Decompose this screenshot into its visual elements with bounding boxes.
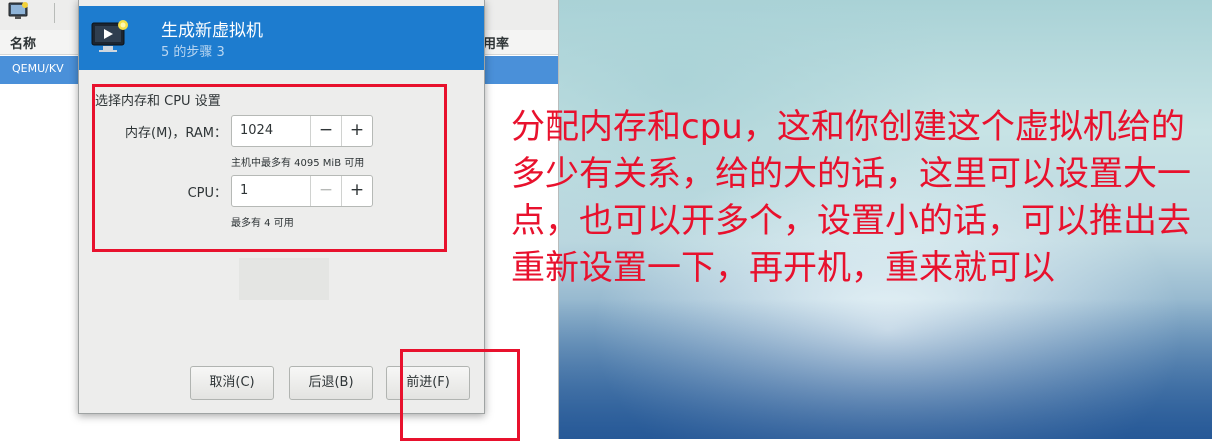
dialog-step-indicator: 5 的步骤 3 [161,45,225,60]
monitor-play-icon [91,20,128,52]
toolbar-separator [54,3,55,23]
annotation-text: 分配内存和cpu，这和你创建这个虚拟机给的多少有关系，给的大的话，这里可以设置大… [511,107,1191,288]
annotation-box-forward [400,349,520,441]
connection-label: QEMU/KV [12,62,64,75]
column-name-header[interactable]: 名称 [10,33,36,52]
background-panel [239,258,329,300]
dialog-title: 生成新虚拟机 [161,21,263,41]
back-button[interactable]: 后退(B) [289,366,373,400]
cancel-button[interactable]: 取消(C) [190,366,274,400]
new-vm-icon[interactable] [8,2,30,20]
annotation-box-settings [92,84,447,252]
wallpaper-gradient [558,299,1212,439]
column-usage-header[interactable]: 用率 [483,33,509,52]
dialog-header: 生成新虚拟机 5 的步骤 3 [79,6,484,70]
